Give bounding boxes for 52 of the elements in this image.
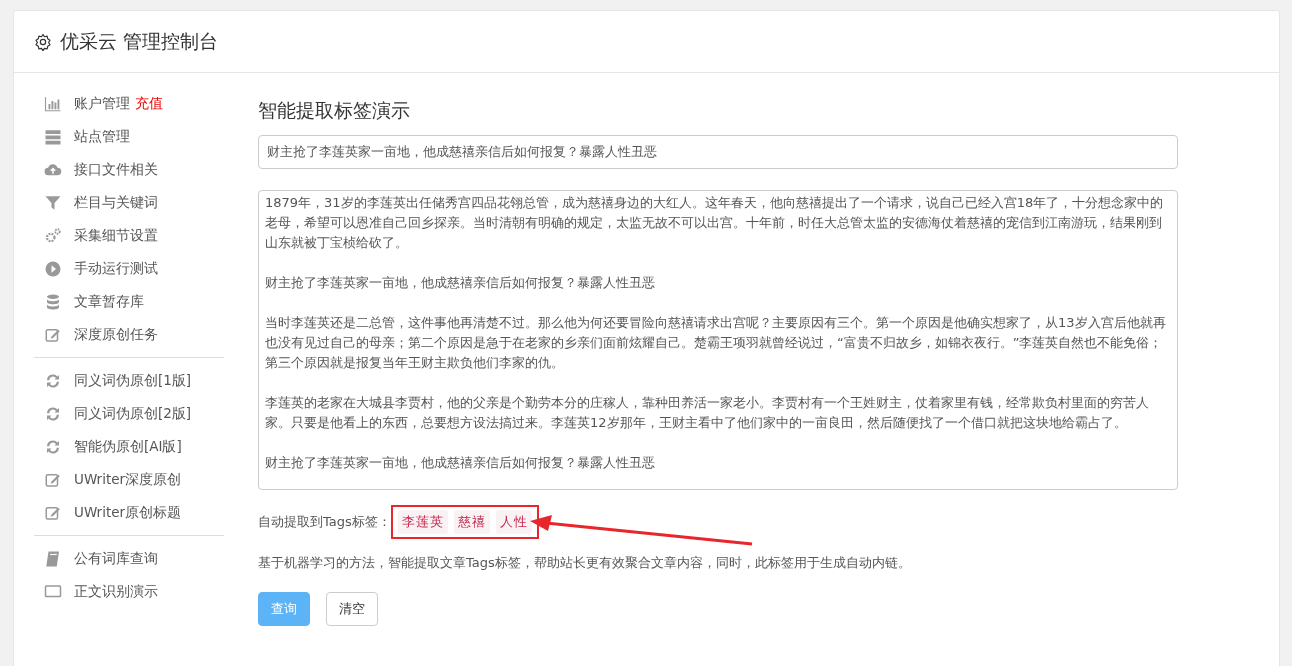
menu-label: 深度原创任务 (74, 325, 158, 345)
database-icon (44, 292, 62, 311)
menu-label: UWriter原创标题 (74, 503, 182, 523)
server-icon (44, 127, 62, 146)
action-button[interactable]: 清空 (326, 592, 378, 626)
content-field[interactable]: 1879年，31岁的李莲英出任储秀宫四品花翎总管，成为慈禧身边的大红人。这年春天，他向慈禧提出了一个请求，说自己已经入宫18年了，十分想念家中的老母，希望可以恩准自己回乡探亲。当时清朝有明确的规定，太监无故不可以出宫。十年前，时任大总管太监的安德海仗着慈禧的宠信到江南游玩，结果刚到山东就被丁宝桢给砍了。 财主抢了李莲英家一亩地，他成慈禧亲信后如何报复？暴露人性丑恶 当时李莲英还是二总管，这件事他再清楚不过。那么他为何还要冒险向慈禧请求出宫呢？主要原因有三个。第一个原因是他确实想家了，从13岁入宫后他就再也没有见过自己的母亲；第二个原因是急于在老家的乡亲们面前炫耀自己。楚霸王项羽就曾经说过，“富贵不归故乡，如锦衣夜行。”李莲英自然也不能免俗；第三个原因就是报复当年王财主欺负他们李家的仇。 李莲英的老家在大城县李贾村，他的父亲是个勤劳本分的庄稼人，靠种田养活一家老小。李贾村有一个王姓财主，仗着家里有钱，经常欺负村里面的穷苦人家。只要是他看上的东西，总要想方设法搞过来。李莲英12岁那年，王财主看中了他们家中的一亩良田，然后随便找了一个借口就把这块地给霸占了。 财主抢了李莲英家一亩地，他成慈禧亲信后如何报复？暴露人性丑恶 (258, 189, 1178, 490)
menu-label: 同义词伪原创[1版] (74, 371, 192, 391)
sidebar-item[interactable]: UWriter深度原创 (34, 463, 224, 496)
sidebar-item[interactable]: 正文识别演示 (34, 575, 224, 608)
tag-label: 人性 (495, 510, 532, 534)
sidebar-item[interactable]: 接口文件相关 (34, 153, 224, 186)
recharge-link[interactable]: 充值 (135, 93, 163, 114)
menu-label: 正文识别演示 (74, 582, 158, 602)
settings-icon (34, 32, 52, 51)
title-field[interactable]: 财主抢了李莲英家一亩地，他成慈禧亲信后如何报复？暴露人性丑恶 (258, 134, 1178, 169)
menu-label: 接口文件相关 (74, 160, 158, 180)
filter-icon (44, 193, 62, 212)
sidebar-item[interactable]: 采集细节设置 (34, 219, 224, 252)
menu-label: 文章暂存库 (74, 292, 144, 312)
tags-label: 自动提取到Tags标签： (258, 513, 391, 532)
sidebar-item[interactable]: 同义词伪原创[1版] (34, 364, 224, 397)
console-title: 优采云 管理控制台 (60, 30, 219, 53)
play-icon (44, 259, 62, 278)
page-heading: 智能提取标签演示 (258, 99, 411, 122)
menu-label: UWriter深度原创 (74, 470, 182, 490)
sidebar-item[interactable]: 智能伪原创[AI版] (34, 430, 224, 463)
sidebar-item[interactable]: 站点管理 (34, 120, 224, 153)
sidebar-item[interactable]: 深度原创任务 (34, 318, 224, 351)
refresh-icon (44, 371, 62, 390)
sidebar-item[interactable]: 手动运行测试 (34, 252, 224, 285)
gears-icon (44, 226, 62, 245)
menu-label: 栏目与关键词 (74, 193, 158, 213)
menu-label: 智能伪原创[AI版] (74, 437, 182, 457)
description-text: 基于机器学习的方法，智能提取文章Tags标签，帮助站长更有效聚合文章内容，同时，此标签用于生成自动内链。 (258, 553, 912, 572)
menu-label: 手动运行测试 (74, 259, 158, 279)
refresh-icon (44, 437, 62, 456)
tag-label: 李莲英 (397, 510, 448, 534)
menu-label: 采集细节设置 (74, 226, 158, 246)
tag-label: 慈禧 (453, 510, 490, 534)
sidebar-item[interactable]: UWriter原创标题 (34, 496, 224, 529)
menu-label: 公有词库查询 (74, 549, 158, 569)
sidebar-item[interactable]: 文章暂存库 (34, 285, 224, 318)
menu-label: 站点管理 (74, 127, 130, 147)
refresh-icon (44, 404, 62, 423)
book-icon (44, 549, 62, 568)
sidebar-item[interactable]: 账户管理 充值 (34, 87, 224, 120)
sidebar-item[interactable]: 同义词伪原创[2版] (34, 397, 224, 430)
menu-label: 账户管理 (74, 94, 130, 114)
chart-icon (44, 94, 62, 113)
menu-label: 同义词伪原创[2版] (74, 404, 192, 424)
sidebar-item[interactable]: 公有词库查询 (34, 542, 224, 575)
sidebar-item[interactable]: 栏目与关键词 (34, 186, 224, 219)
